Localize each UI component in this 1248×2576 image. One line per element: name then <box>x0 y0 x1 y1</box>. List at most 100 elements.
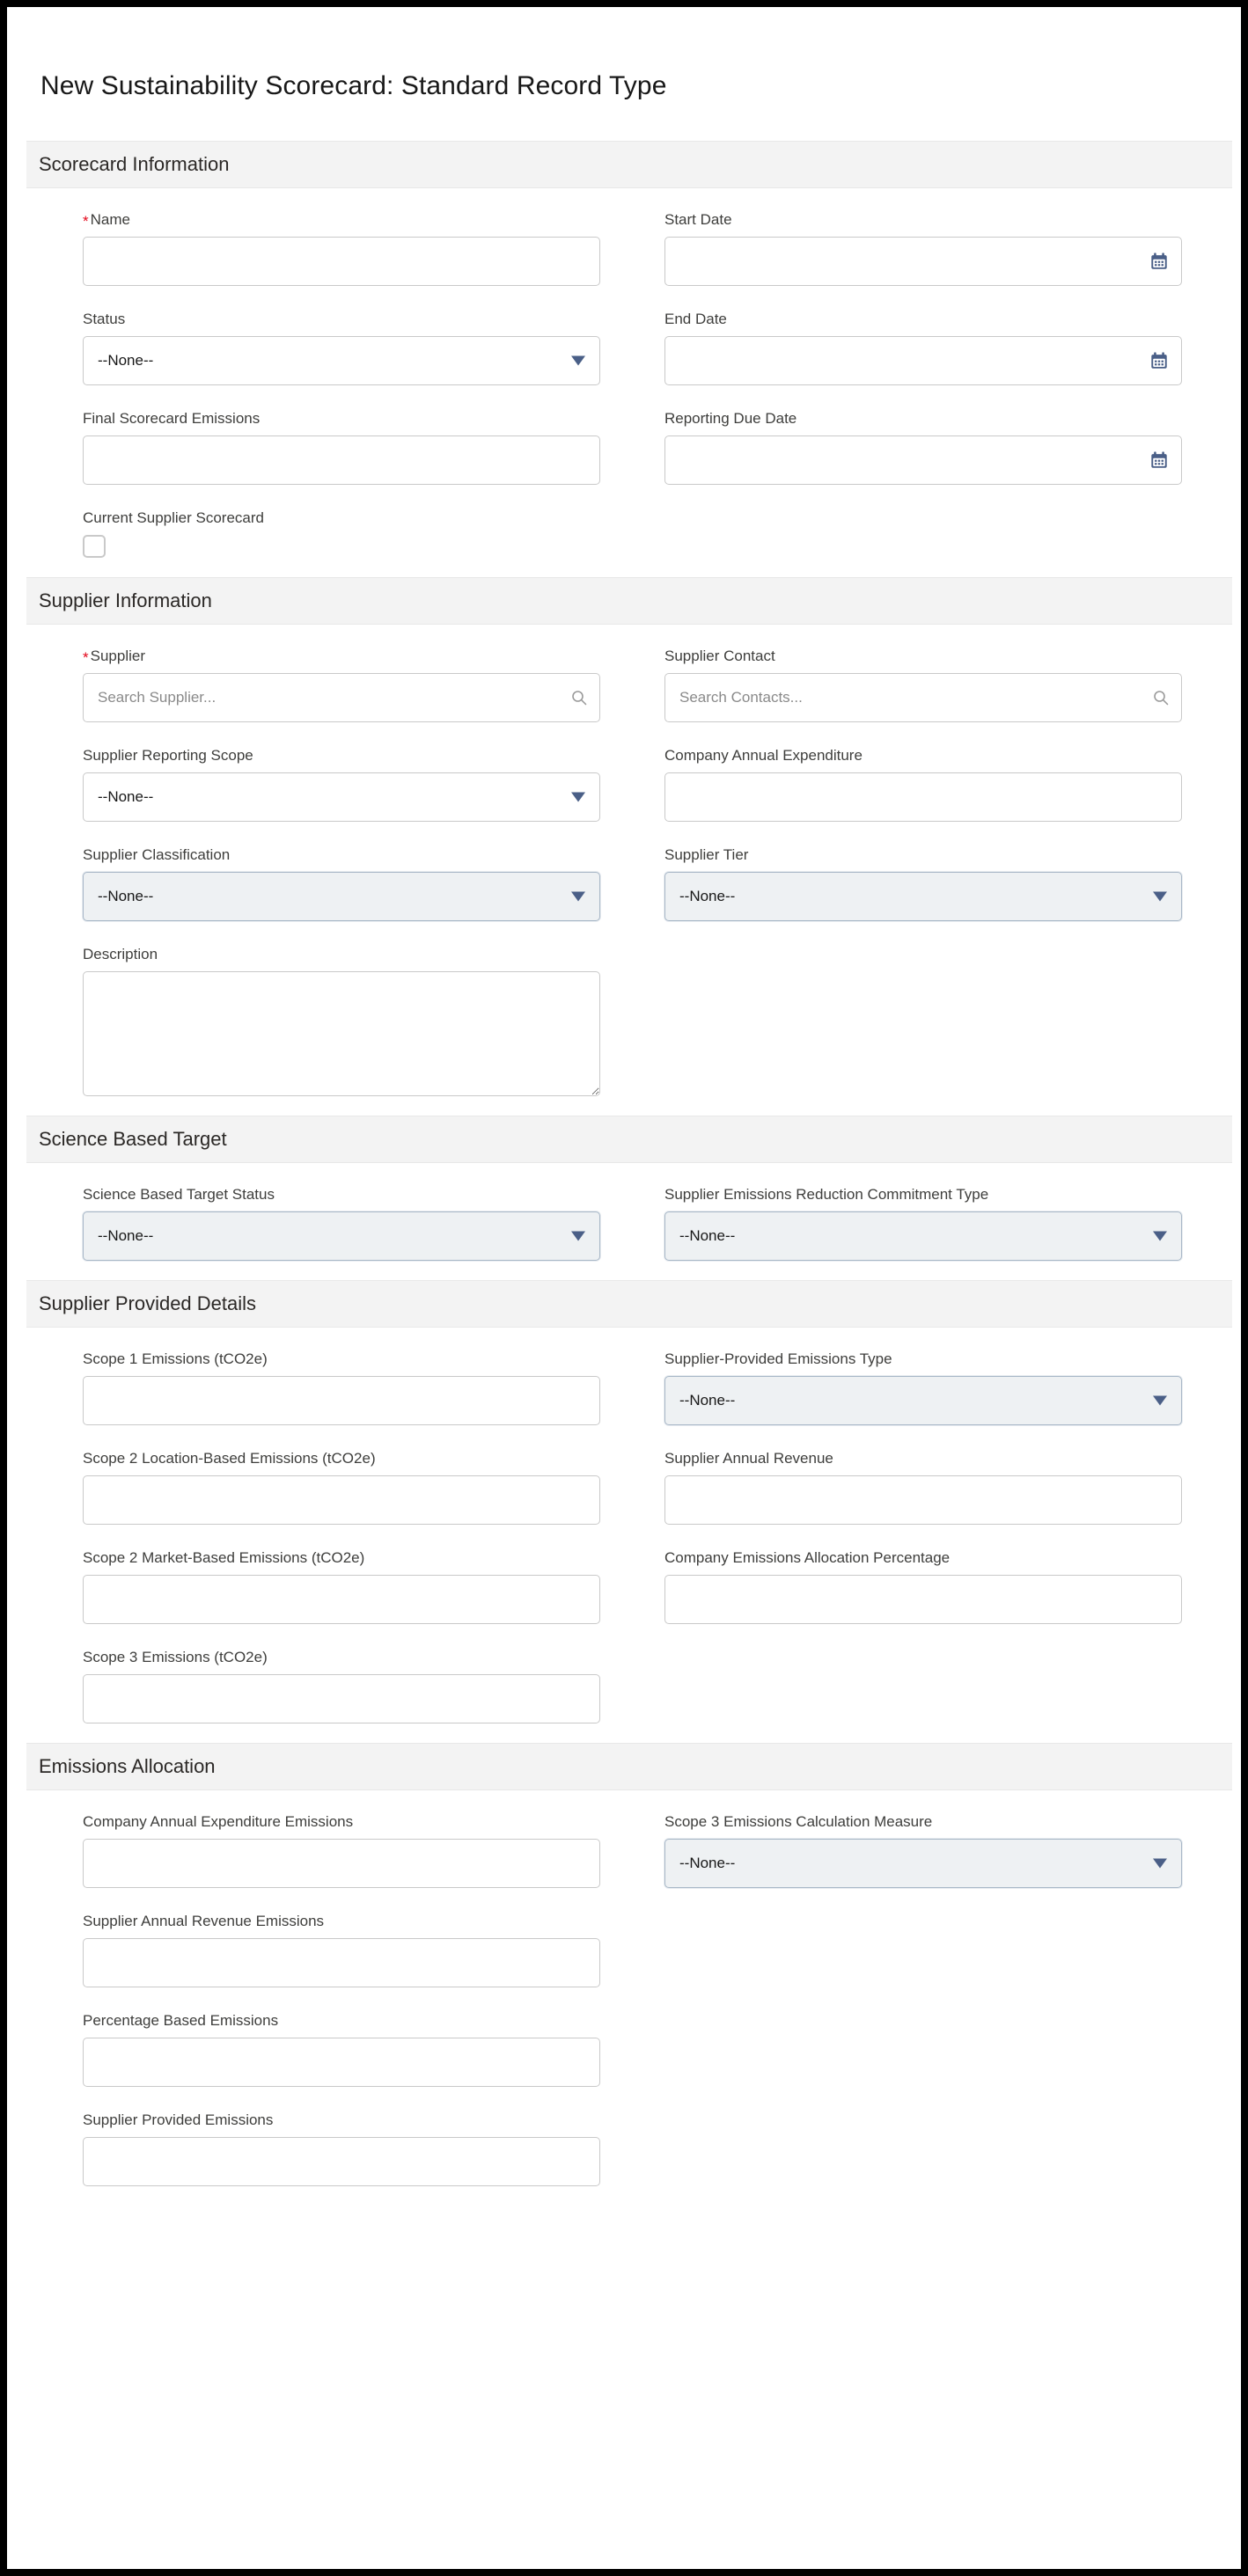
chevron-down-icon <box>1153 1231 1167 1241</box>
percentage-based-emissions-input[interactable] <box>83 2038 600 2087</box>
column-left: Company Annual Expenditure Emissions Supp… <box>26 1813 629 2186</box>
field-label-company-emissions-allocation-percentage: Company Emissions Allocation Percentage <box>664 1549 1232 1567</box>
search-icon[interactable] <box>1152 689 1170 706</box>
field-supplier-contact: Supplier Contact <box>664 648 1232 722</box>
scope-2-location-based-emissions-input[interactable] <box>83 1475 600 1525</box>
supplier-reporting-scope-select[interactable]: --None-- <box>83 772 600 822</box>
section-scorecard-information: Scorecard Information * Name Status --None--… <box>26 141 1232 577</box>
supplier-provided-emissions-type-select[interactable]: --None-- <box>664 1376 1182 1425</box>
field-control-supplier-provided-emissions-type: --None-- <box>664 1376 1182 1425</box>
column-left: *Supplier Supplier Reporting Scope --None-… <box>26 648 629 1096</box>
field-supplier-annual-revenue: Supplier Annual Revenue <box>664 1450 1232 1525</box>
field-label-text: Current Supplier Scorecard <box>83 509 264 526</box>
supplier-tier-select[interactable]: --None-- <box>664 872 1182 921</box>
current-supplier-scorecard-checkbox[interactable] <box>83 535 106 558</box>
science-based-target-status-select[interactable]: --None-- <box>83 1211 600 1261</box>
start-date-input[interactable] <box>664 237 1182 286</box>
column-left: Scope 1 Emissions (tCO2e) Scope 2 Locatio… <box>26 1350 629 1723</box>
description-textarea[interactable] <box>83 971 600 1096</box>
page-title: New Sustainability Scorecard: Standard R… <box>40 71 667 100</box>
field-label-percentage-based-emissions: Percentage Based Emissions <box>83 2012 629 2030</box>
field-supplier-classification: Supplier Classification --None-- <box>83 846 629 921</box>
company-annual-expenditure-emissions-input[interactable] <box>83 1839 600 1888</box>
supplier-input[interactable] <box>83 673 600 722</box>
science-based-target-status-selected-value: --None-- <box>98 1227 154 1244</box>
column-left: Science Based Target Status --None-- <box>26 1186 629 1261</box>
field-control-company-emissions-allocation-percentage <box>664 1575 1182 1624</box>
field-label-supplier-classification: Supplier Classification <box>83 846 629 864</box>
field-control-reporting-due-date <box>664 435 1182 485</box>
field-supplier-reporting-scope: Supplier Reporting Scope --None-- <box>83 747 629 822</box>
scope-2-market-based-emissions-input[interactable] <box>83 1575 600 1624</box>
field-final-scorecard-emissions: Final Scorecard Emissions <box>83 410 629 485</box>
field-label-text: Company Annual Expenditure <box>664 747 863 764</box>
column-right: Start Date End Date Reporting Due Date <box>629 211 1232 558</box>
status-select[interactable]: --None-- <box>83 336 600 385</box>
calendar-icon[interactable] <box>1149 450 1169 470</box>
scope-3-emissions-calculation-measure-selected-value: --None-- <box>679 1855 736 1871</box>
field-label-text: Supplier Contact <box>664 648 775 664</box>
search-icon[interactable] <box>570 689 588 706</box>
field-label-company-annual-expenditure: Company Annual Expenditure <box>664 747 1232 765</box>
field-control-percentage-based-emissions <box>83 2038 600 2087</box>
section-title: Supplier Provided Details <box>39 1292 257 1314</box>
field-scope-3-emissions: Scope 3 Emissions (tCO2e) <box>83 1649 629 1723</box>
field-control-description <box>83 971 600 1096</box>
reporting-due-date-input[interactable] <box>664 435 1182 485</box>
section-supplier-information: Supplier Information *Supplier Supplier Re… <box>26 577 1232 1116</box>
supplier-emissions-reduction-commitment-type-select[interactable]: --None-- <box>664 1211 1182 1261</box>
section-header-supplier-provided-details[interactable]: Supplier Provided Details <box>26 1280 1232 1328</box>
final-scorecard-emissions-input[interactable] <box>83 435 600 485</box>
field-start-date: Start Date <box>664 211 1232 286</box>
supplier-provided-emissions-input[interactable] <box>83 2137 600 2186</box>
field-label-supplier-annual-revenue: Supplier Annual Revenue <box>664 1450 1232 1467</box>
end-date-input[interactable] <box>664 336 1182 385</box>
supplier-provided-emissions-type-selected-value: --None-- <box>679 1392 736 1409</box>
field-label-text: Scope 3 Emissions (tCO2e) <box>83 1649 268 1665</box>
field-label-text: Scope 2 Market-Based Emissions (tCO2e) <box>83 1549 365 1566</box>
company-annual-expenditure-input[interactable] <box>664 772 1182 822</box>
supplier-classification-select[interactable]: --None-- <box>83 872 600 921</box>
field-label-description: Description <box>83 946 629 963</box>
calendar-icon[interactable] <box>1149 351 1169 370</box>
column-right: Scope 3 Emissions Calculation Measure --N… <box>629 1813 1232 2186</box>
name-input[interactable] <box>83 237 600 286</box>
field-label-current-supplier-scorecard: Current Supplier Scorecard <box>83 509 629 527</box>
column-right: Supplier Contact Company Annual Expenditu… <box>629 648 1232 1096</box>
field-label-text: Status <box>83 311 126 327</box>
scope-1-emissions-input[interactable] <box>83 1376 600 1425</box>
field-label-text: Scope 3 Emissions Calculation Measure <box>664 1813 933 1830</box>
section-body-supplier-information: *Supplier Supplier Reporting Scope --None-… <box>26 625 1232 1116</box>
field-label-text: Supplier Reporting Scope <box>83 747 253 764</box>
company-emissions-allocation-percentage-input[interactable] <box>664 1575 1182 1624</box>
supplier-contact-input[interactable] <box>664 673 1182 722</box>
field-control-status: --None-- <box>83 336 600 385</box>
field-name: * Name <box>83 211 629 286</box>
field-label-text: Science Based Target Status <box>83 1186 275 1203</box>
field-label-text: Supplier <box>90 648 145 664</box>
field-control-final-scorecard-emissions <box>83 435 600 485</box>
supplier-annual-revenue-emissions-input[interactable] <box>83 1938 600 1987</box>
section-header-emissions-allocation[interactable]: Emissions Allocation <box>26 1743 1232 1790</box>
chevron-down-icon <box>571 792 585 802</box>
field-supplier-annual-revenue-emissions: Supplier Annual Revenue Emissions <box>83 1913 629 1987</box>
field-supplier-tier: Supplier Tier --None-- <box>664 846 1232 921</box>
supplier-annual-revenue-input[interactable] <box>664 1475 1182 1525</box>
field-label-text: Description <box>83 946 158 962</box>
column-right: Supplier-Provided Emissions Type --None--… <box>629 1350 1232 1723</box>
field-label-text: Scope 2 Location-Based Emissions (tCO2e) <box>83 1450 376 1467</box>
field-label-text: End Date <box>664 311 727 327</box>
field-control-company-annual-expenditure-emissions <box>83 1839 600 1888</box>
scope-3-emissions-calculation-measure-select[interactable]: --None-- <box>664 1839 1182 1888</box>
field-percentage-based-emissions: Percentage Based Emissions <box>83 2012 629 2087</box>
field-company-annual-expenditure-emissions: Company Annual Expenditure Emissions <box>83 1813 629 1888</box>
field-label-status: Status <box>83 311 629 328</box>
field-label-text: Supplier Tier <box>664 846 749 863</box>
required-indicator: * <box>83 649 89 666</box>
calendar-icon[interactable] <box>1149 252 1169 271</box>
scope-3-emissions-input[interactable] <box>83 1674 600 1723</box>
section-header-scorecard-information[interactable]: Scorecard Information <box>26 141 1232 188</box>
chevron-down-icon <box>571 355 585 366</box>
section-header-science-based-target[interactable]: Science Based Target <box>26 1116 1232 1163</box>
section-header-supplier-information[interactable]: Supplier Information <box>26 577 1232 625</box>
